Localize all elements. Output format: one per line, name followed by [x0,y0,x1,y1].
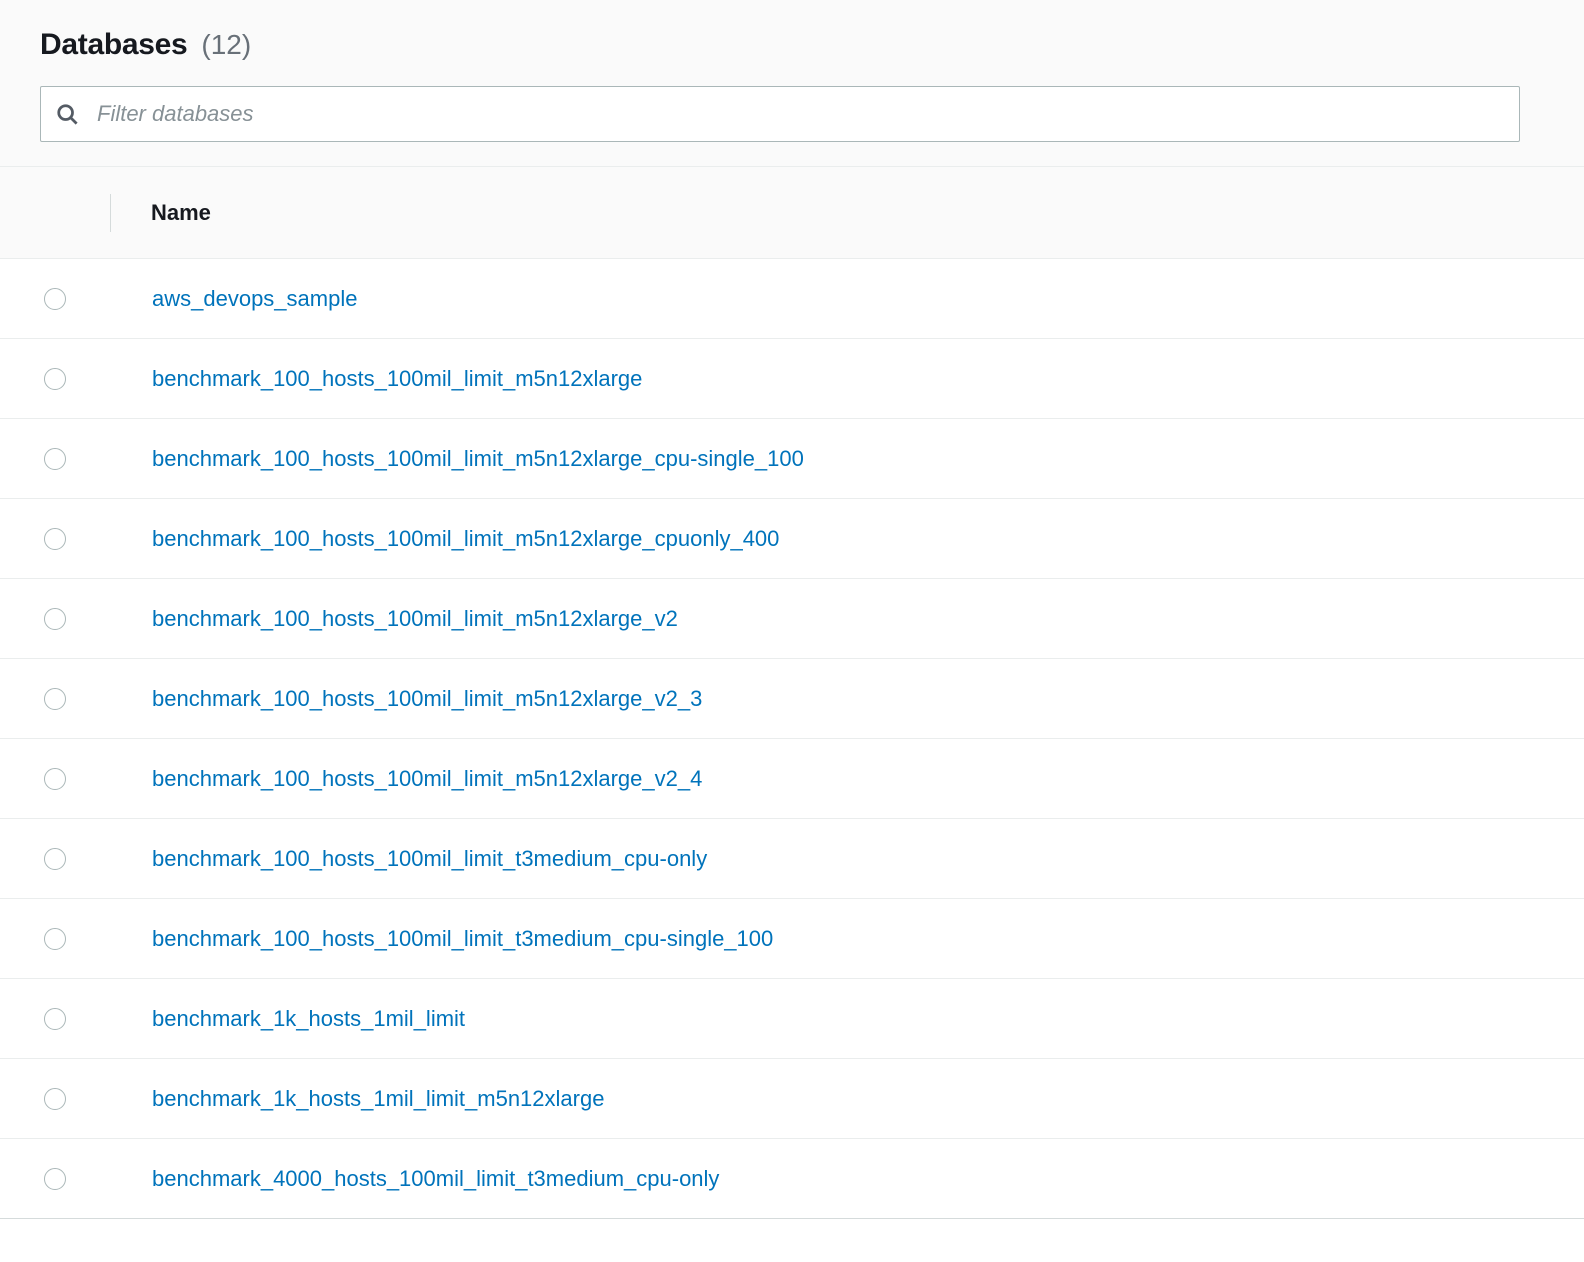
databases-header: Databases (12) [0,0,1584,167]
table-row: benchmark_100_hosts_100mil_limit_t3mediu… [0,819,1584,899]
table-row: benchmark_100_hosts_100mil_limit_m5n12xl… [0,739,1584,819]
table-row: benchmark_100_hosts_100mil_limit_m5n12xl… [0,419,1584,499]
row-select-cell [0,768,110,790]
table-row: benchmark_100_hosts_100mil_limit_m5n12xl… [0,579,1584,659]
select-database-radio[interactable] [44,848,66,870]
table-header: Name [0,167,1584,259]
filter-wrapper [40,86,1520,142]
row-select-cell [0,848,110,870]
table-row: aws_devops_sample [0,259,1584,339]
database-link[interactable]: benchmark_1k_hosts_1mil_limit [110,1006,465,1032]
row-select-cell [0,288,110,310]
row-select-cell [0,528,110,550]
select-database-radio[interactable] [44,928,66,950]
select-database-radio[interactable] [44,688,66,710]
row-select-cell [0,608,110,630]
table-row: benchmark_4000_hosts_100mil_limit_t3medi… [0,1139,1584,1219]
database-link[interactable]: aws_devops_sample [110,286,357,312]
table-row: benchmark_100_hosts_100mil_limit_m5n12xl… [0,499,1584,579]
row-select-cell [0,1088,110,1110]
database-link[interactable]: benchmark_100_hosts_100mil_limit_m5n12xl… [110,606,678,632]
database-link[interactable]: benchmark_1k_hosts_1mil_limit_m5n12xlarg… [110,1086,604,1112]
database-link[interactable]: benchmark_100_hosts_100mil_limit_m5n12xl… [110,446,804,472]
table-row: benchmark_100_hosts_100mil_limit_m5n12xl… [0,659,1584,739]
select-database-radio[interactable] [44,768,66,790]
database-link[interactable]: benchmark_100_hosts_100mil_limit_m5n12xl… [110,526,779,552]
row-select-cell [0,368,110,390]
page-title: Databases [40,28,187,62]
select-database-radio[interactable] [44,528,66,550]
select-database-radio[interactable] [44,368,66,390]
table-row: benchmark_100_hosts_100mil_limit_t3mediu… [0,899,1584,979]
row-select-cell [0,928,110,950]
table-row: benchmark_100_hosts_100mil_limit_m5n12xl… [0,339,1584,419]
filter-databases-input[interactable] [40,86,1520,142]
select-database-radio[interactable] [44,448,66,470]
database-link[interactable]: benchmark_100_hosts_100mil_limit_m5n12xl… [110,766,702,792]
select-database-radio[interactable] [44,288,66,310]
row-select-cell [0,1168,110,1190]
select-database-radio[interactable] [44,1008,66,1030]
title-row: Databases (12) [40,28,1544,62]
database-link[interactable]: benchmark_4000_hosts_100mil_limit_t3medi… [110,1166,719,1192]
database-link[interactable]: benchmark_100_hosts_100mil_limit_t3mediu… [110,926,773,952]
select-database-radio[interactable] [44,1168,66,1190]
databases-count: (12) [201,29,251,61]
row-select-cell [0,688,110,710]
column-header-name[interactable]: Name [111,200,211,226]
select-database-radio[interactable] [44,608,66,630]
database-link[interactable]: benchmark_100_hosts_100mil_limit_m5n12xl… [110,366,642,392]
database-link[interactable]: benchmark_100_hosts_100mil_limit_m5n12xl… [110,686,702,712]
database-link[interactable]: benchmark_100_hosts_100mil_limit_t3mediu… [110,846,707,872]
table-row: benchmark_1k_hosts_1mil_limit [0,979,1584,1059]
databases-table-body: aws_devops_sample benchmark_100_hosts_10… [0,259,1584,1219]
row-select-cell [0,448,110,470]
table-row: benchmark_1k_hosts_1mil_limit_m5n12xlarg… [0,1059,1584,1139]
row-select-cell [0,1008,110,1030]
select-database-radio[interactable] [44,1088,66,1110]
